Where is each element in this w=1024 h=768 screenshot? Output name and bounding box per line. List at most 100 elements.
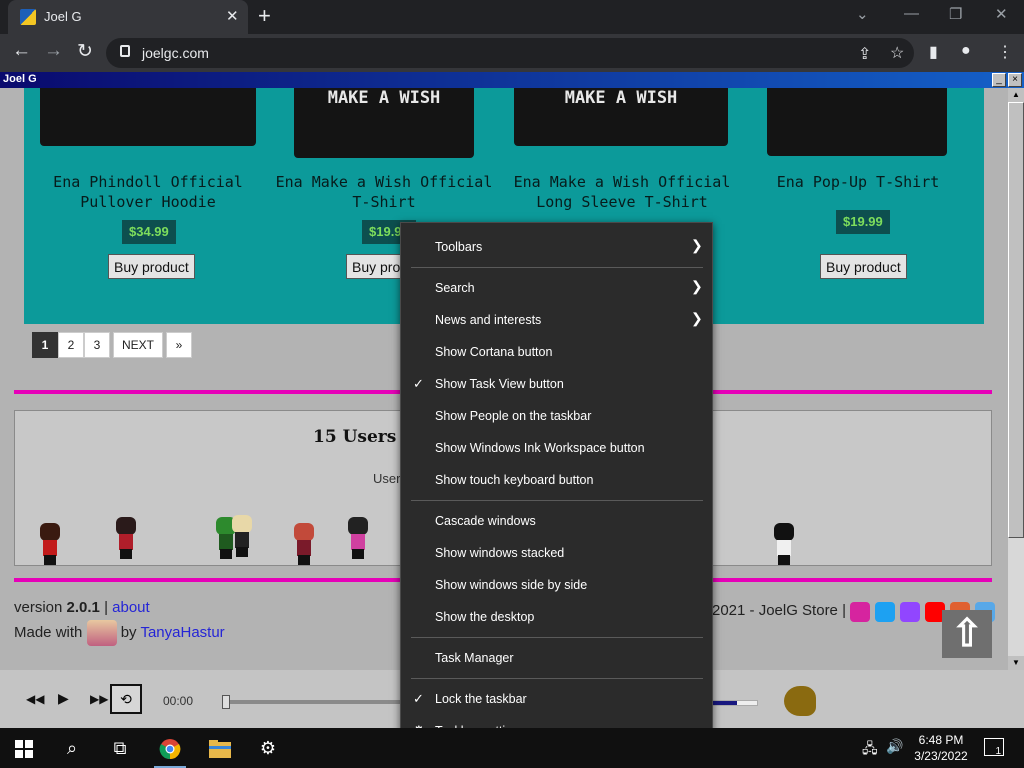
product-image[interactable]: [767, 88, 947, 156]
product-price: $34.99: [122, 220, 176, 244]
menu-item-show-the-desktop[interactable]: Show the desktop: [401, 601, 712, 633]
scroll-up-arrow-icon[interactable]: ▲: [1008, 88, 1024, 102]
volume-icon[interactable]: 🔊: [886, 738, 903, 755]
product-name[interactable]: Ena Pop-Up T-Shirt: [748, 172, 968, 192]
clock-date: 3/23/2022: [914, 749, 968, 763]
copyright-text: 2021 - JoelG Store |: [712, 602, 846, 619]
player-time: 00:00: [163, 694, 194, 708]
loop-icon[interactable]: ⟲: [110, 684, 142, 714]
page-3-button[interactable]: 3: [84, 332, 110, 358]
menu-item-show-cortana-button[interactable]: Show Cortana button: [401, 336, 712, 368]
menu-dots-icon[interactable]: ⋮: [997, 42, 1013, 62]
product-name[interactable]: Ena Phindoll Official Pullover Hoodie: [38, 172, 258, 212]
user-avatar[interactable]: [113, 517, 139, 559]
scroll-to-top-button[interactable]: ⇧: [942, 610, 992, 658]
author-avatar: [86, 620, 117, 646]
clock-time: 6:48 PM: [918, 733, 964, 747]
product-name[interactable]: Ena Make a Wish Official T-Shirt: [274, 172, 494, 212]
menu-separator: [411, 678, 703, 679]
menu-item-news-and-interests[interactable]: News and interests ❯: [401, 304, 712, 336]
menu-item-lock-the-taskbar[interactable]: ✓ Lock the taskbar: [401, 683, 712, 715]
menu-item-show-touch-keyboard[interactable]: Show touch keyboard button: [401, 464, 712, 496]
menu-item-show-task-view-button[interactable]: ✓ Show Task View button: [401, 368, 712, 400]
last-page-button[interactable]: »: [166, 332, 192, 358]
close-window-button[interactable]: ✕: [995, 5, 1008, 23]
menu-item-show-windows-ink[interactable]: Show Windows Ink Workspace button: [401, 432, 712, 464]
bookmark-star-icon[interactable]: ☆: [890, 43, 904, 63]
mascot-icon[interactable]: [784, 686, 816, 716]
checkmark-icon: ✓: [413, 376, 424, 391]
taskbar-context-menu: Toolbars ❯ Search ❯ News and interests ❯ Sh…: [400, 222, 713, 756]
site-minimize-button[interactable]: _: [992, 73, 1006, 87]
version-number: 2.0.1: [66, 599, 100, 616]
user-avatar[interactable]: [229, 515, 255, 557]
instagram-icon[interactable]: [850, 602, 870, 622]
menu-item-task-manager[interactable]: Task Manager: [401, 642, 712, 674]
windows-start-icon[interactable]: [0, 728, 48, 768]
buy-product-button[interactable]: Buy product: [108, 254, 195, 279]
minimize-window-button[interactable]: —: [904, 5, 919, 22]
seek-handle[interactable]: [222, 695, 230, 709]
page-1-button[interactable]: 1: [32, 332, 58, 358]
twitch-icon[interactable]: [900, 602, 920, 622]
user-avatar[interactable]: [771, 523, 797, 565]
menu-item-show-people[interactable]: Show People on the taskbar: [401, 400, 712, 432]
twitter-icon[interactable]: [875, 602, 895, 622]
scroll-down-arrow-icon[interactable]: ▼: [1008, 656, 1024, 670]
site-favicon-icon: [20, 9, 36, 25]
menu-item-toolbars[interactable]: Toolbars ❯: [401, 231, 712, 263]
tab-title: Joel G: [44, 9, 82, 24]
address-bar[interactable]: joelgc.com ⇪ ☆: [106, 38, 914, 68]
search-icon[interactable]: ⌕: [48, 728, 96, 768]
page-2-button[interactable]: 2: [58, 332, 84, 358]
about-link[interactable]: about: [112, 599, 150, 616]
menu-item-show-windows-side-by-side[interactable]: Show windows side by side: [401, 569, 712, 601]
new-tab-button[interactable]: +: [258, 3, 271, 29]
share-icon[interactable]: ⇪: [858, 44, 871, 64]
tab-search-icon[interactable]: ⌄: [856, 5, 869, 23]
product-image[interactable]: [40, 88, 256, 146]
volume-bar[interactable]: [712, 700, 758, 706]
site-close-button[interactable]: ×: [1008, 73, 1022, 87]
reload-icon[interactable]: ↻: [77, 40, 93, 63]
browser-tab[interactable]: Joel G ✕: [8, 0, 248, 34]
play-icon[interactable]: ▶: [58, 690, 69, 707]
menu-item-search[interactable]: Search ❯: [401, 272, 712, 304]
profile-icon[interactable]: ●: [961, 42, 971, 60]
product-name[interactable]: Ena Make a Wish Official Long Sleeve T-Sh…: [512, 172, 732, 212]
system-clock[interactable]: 6:48 PM 3/23/2022: [906, 732, 976, 764]
buy-product-button[interactable]: Buy product: [820, 254, 907, 279]
chevron-right-icon: ❯: [691, 278, 703, 294]
lock-icon[interactable]: [120, 45, 130, 57]
task-view-icon[interactable]: ⧉: [96, 728, 144, 768]
user-avatar[interactable]: [37, 523, 63, 565]
browser-toolbar: ← → ↻ joelgc.com ⇪ ☆ ▮ ● ⋮: [0, 34, 1024, 72]
menu-item-cascade-windows[interactable]: Cascade windows: [401, 505, 712, 537]
page-scrollbar[interactable]: ▲ ▼: [1008, 88, 1024, 670]
back-icon[interactable]: ←: [12, 40, 31, 62]
product-image[interactable]: MAKE A WISH: [294, 88, 474, 158]
tab-close-icon[interactable]: ✕: [226, 7, 239, 25]
address-url[interactable]: joelgc.com: [142, 45, 209, 61]
notification-center-icon[interactable]: 1: [984, 738, 1004, 757]
seek-bar[interactable]: [222, 695, 402, 709]
network-icon[interactable]: 🖧: [862, 738, 878, 762]
rewind-icon[interactable]: ◀◀: [26, 692, 44, 706]
restore-window-button[interactable]: ❐: [949, 5, 962, 23]
users-heading: 15 Users a: [313, 427, 414, 447]
fast-forward-icon[interactable]: ▶▶: [90, 692, 108, 706]
settings-gear-icon[interactable]: ⚙: [244, 728, 292, 768]
product-price: $19.99: [836, 210, 890, 234]
chrome-icon[interactable]: [146, 728, 194, 768]
forward-icon[interactable]: →: [44, 40, 63, 62]
users-subheading: User: [373, 471, 401, 486]
user-avatar[interactable]: [345, 517, 371, 559]
user-avatar[interactable]: [291, 523, 317, 565]
author-link[interactable]: TanyaHastur: [140, 624, 224, 641]
next-page-button[interactable]: NEXT: [113, 332, 163, 358]
scroll-thumb[interactable]: [1008, 102, 1024, 538]
side-panel-icon[interactable]: ▮: [929, 42, 938, 62]
product-image[interactable]: MAKE A WISH: [514, 88, 728, 146]
file-explorer-icon[interactable]: [196, 728, 244, 768]
menu-item-show-windows-stacked[interactable]: Show windows stacked: [401, 537, 712, 569]
